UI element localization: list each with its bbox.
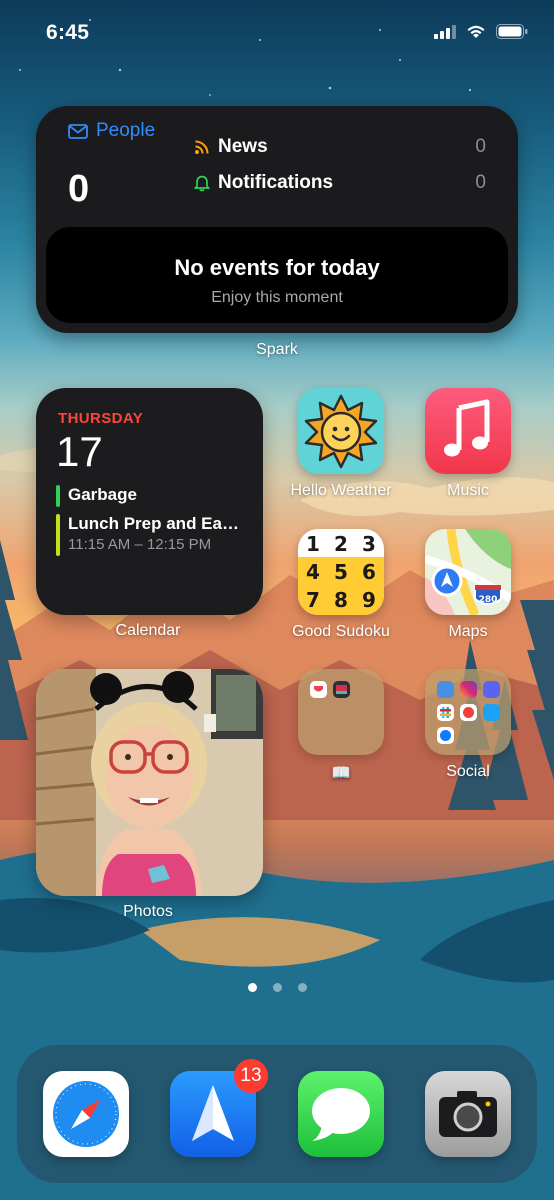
music-note-icon	[425, 388, 511, 474]
notification-badge: 13	[234, 1059, 268, 1093]
books-app-icon	[333, 681, 350, 698]
spark-events-panel[interactable]: No events for today Enjoy this moment	[46, 227, 508, 323]
sudoku-digit: 2	[334, 532, 348, 556]
calendar-event[interactable]: Garbage	[56, 485, 246, 507]
status-bar: 6:45	[0, 0, 554, 66]
sudoku-digit: 9	[362, 588, 376, 612]
wifi-icon	[467, 25, 485, 38]
spark-notifications-row[interactable]: Notifications 0	[194, 172, 486, 194]
calendar-event-title: Garbage	[68, 485, 137, 504]
sudoku-digit: 3	[362, 532, 376, 556]
twitter-icon	[483, 704, 500, 721]
app-label: Music	[447, 482, 489, 499]
dock: 13	[17, 1045, 537, 1183]
calendar-widget-label: Calendar	[115, 622, 181, 639]
page-dot[interactable]	[297, 983, 307, 992]
bell-icon	[194, 175, 210, 191]
sudoku-digit: 5	[334, 560, 348, 584]
messages-icon	[298, 1071, 384, 1157]
spark-people-count: 0	[68, 168, 90, 210]
dock-camera[interactable]	[425, 1071, 511, 1157]
spark-news-count: 0	[475, 136, 486, 157]
app-label: Good Sudoku	[292, 623, 390, 640]
battery-icon	[496, 24, 528, 39]
folder-icon	[425, 669, 511, 755]
folder-reading[interactable]: 📖	[298, 669, 384, 783]
camera-icon	[425, 1071, 511, 1157]
spark-widget[interactable]: People 0 News 0 Notifications 0 No event…	[36, 106, 518, 333]
messenger-icon	[437, 727, 454, 744]
safari-icon	[43, 1071, 129, 1157]
app-hello-weather[interactable]: Hello Weather	[290, 388, 392, 500]
dock-messages[interactable]	[298, 1071, 384, 1157]
hello-weather-icon	[298, 388, 384, 474]
spark-news-label: News	[218, 136, 268, 157]
folder-icon	[298, 669, 384, 755]
app-label: Social	[446, 763, 490, 780]
dock-safari[interactable]	[43, 1071, 129, 1157]
spark-news-row[interactable]: News 0	[194, 136, 486, 158]
tweetbot-icon	[437, 681, 454, 698]
folder-social[interactable]: Social	[425, 669, 511, 781]
instagram-icon	[460, 681, 477, 698]
sudoku-digit: 8	[334, 588, 348, 612]
page-dot[interactable]	[247, 983, 257, 992]
app-label: Hello Weather	[290, 482, 392, 499]
spark-people-label: People	[96, 120, 156, 141]
page-indicator[interactable]	[0, 983, 554, 992]
app-music[interactable]: Music	[425, 388, 511, 500]
maps-icon: 280	[425, 529, 511, 615]
pocket-icon	[310, 681, 327, 698]
page-dot[interactable]	[272, 983, 282, 992]
status-time: 6:45	[46, 21, 90, 44]
sudoku-grid-icon: 1 2 3 4 5 6 7 8 9	[298, 529, 384, 615]
spark-notifications-count: 0	[475, 172, 486, 193]
calendar-event-title: Lunch Prep and Ea…	[68, 514, 239, 533]
event-color-bar	[56, 514, 60, 556]
app-good-sudoku[interactable]: 1 2 3 4 5 6 7 8 9 Good Sudoku	[292, 529, 390, 641]
dock-spark[interactable]: 13	[170, 1059, 268, 1157]
slack-icon	[437, 704, 454, 721]
sudoku-digit: 6	[362, 560, 376, 584]
calendar-day: THURSDAY	[58, 410, 144, 427]
sudoku-digit: 1	[306, 532, 320, 556]
app-label: Maps	[448, 623, 488, 640]
spark-widget-label: Spark	[256, 341, 298, 358]
calendar-date: 17	[56, 428, 103, 475]
status-icons	[434, 24, 528, 39]
sudoku-digit: 7	[306, 588, 320, 612]
mail-icon	[68, 123, 88, 139]
calendar-event[interactable]: Lunch Prep and Ea… 11:15 AM – 12:15 PM	[56, 514, 246, 556]
spark-events-subtitle: Enjoy this moment	[211, 289, 343, 306]
calendar-event-time: 11:15 AM – 12:15 PM	[68, 536, 212, 553]
event-color-bar	[56, 485, 60, 507]
spark-events-title: No events for today	[174, 255, 380, 280]
discord-icon	[483, 681, 500, 698]
app-maps[interactable]: 280 Maps	[425, 529, 511, 641]
spark-people-category[interactable]: People	[68, 120, 155, 142]
calendar-widget[interactable]: THURSDAY 17 Garbage Lunch Prep and Ea… 1…	[36, 388, 263, 615]
spark-notifications-label: Notifications	[218, 172, 334, 193]
photos-widget-label: Photos	[123, 903, 173, 920]
photos-widget[interactable]	[36, 669, 263, 896]
app-label: 📖	[331, 765, 351, 782]
cellular-signal-icon	[434, 24, 456, 39]
interstate-shield-number: 280	[479, 595, 498, 605]
featured-photo	[36, 669, 263, 896]
sudoku-digit: 4	[306, 560, 320, 584]
rss-icon	[195, 140, 209, 154]
pocket-casts-icon	[460, 704, 477, 721]
